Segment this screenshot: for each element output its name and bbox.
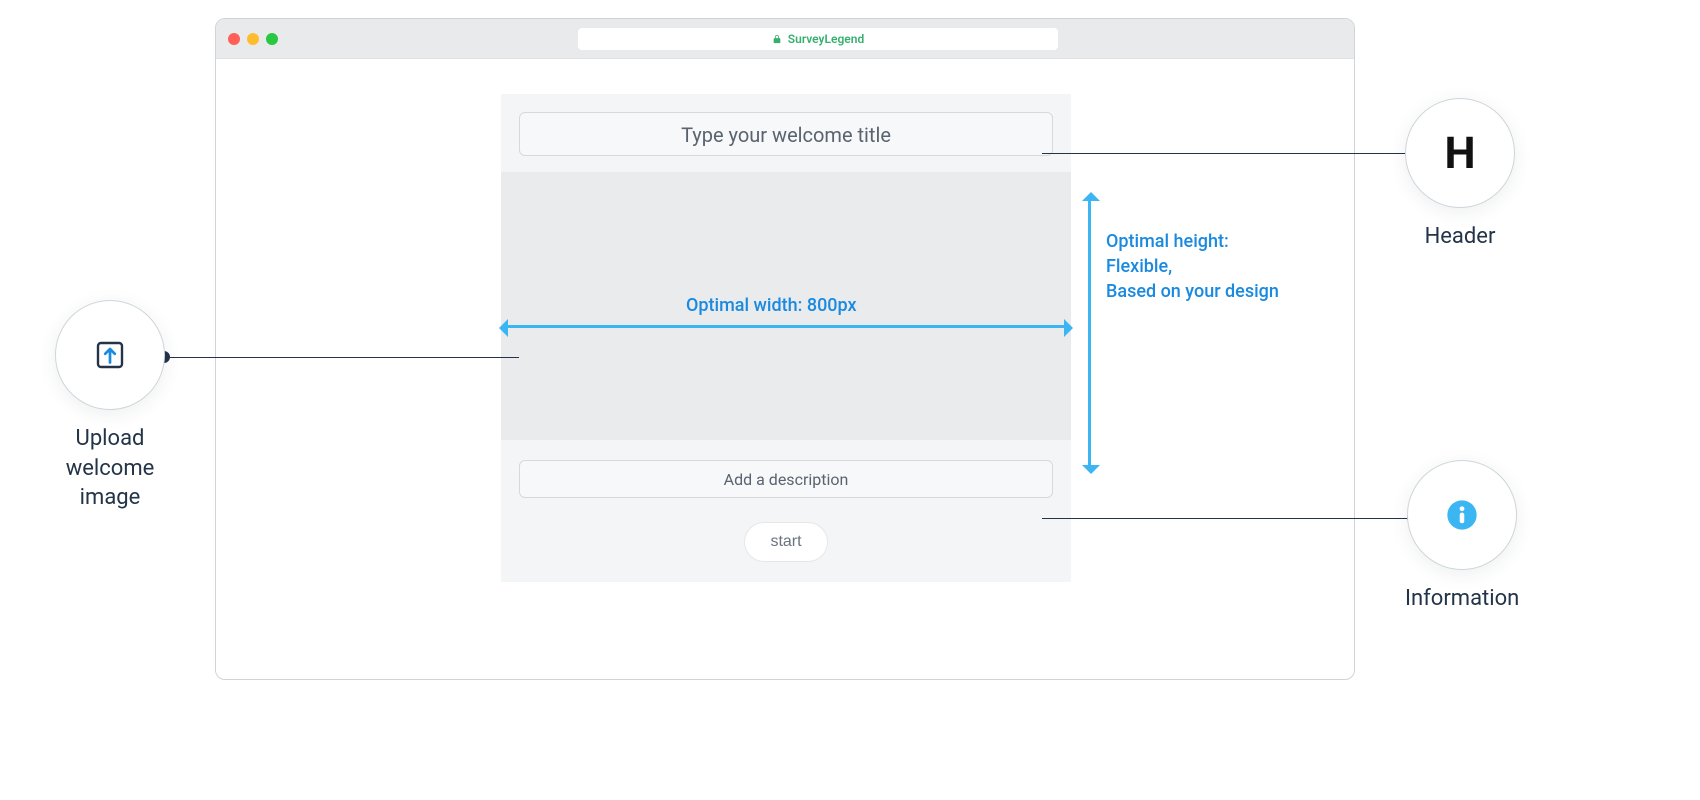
lock-icon — [772, 34, 782, 44]
callout-header: H Header — [1405, 98, 1515, 252]
upload-bubble — [55, 300, 165, 410]
leader-line-header — [1042, 153, 1412, 154]
upload-icon — [92, 337, 128, 373]
header-glyph: H — [1444, 127, 1475, 179]
height-dimension-label: Optimal height: Flexible, Based on your … — [1106, 229, 1279, 305]
info-icon — [1446, 499, 1478, 531]
close-window-icon[interactable] — [228, 33, 240, 45]
width-dimension-arrow — [506, 325, 1066, 328]
welcome-page-editor: Type your welcome title Add a descriptio… — [501, 94, 1071, 582]
info-bubble — [1407, 460, 1517, 570]
width-dimension-label: Optimal width: 800px — [686, 293, 857, 318]
browser-chrome: SurveyLegend — [216, 19, 1354, 59]
browser-window: SurveyLegend Type your welcome title Add… — [215, 18, 1355, 680]
welcome-title-input[interactable]: Type your welcome title — [519, 112, 1053, 156]
header-bubble: H — [1405, 98, 1515, 208]
welcome-description-input[interactable]: Add a description — [519, 460, 1053, 498]
callout-header-label: Header — [1425, 222, 1496, 252]
minimize-window-icon[interactable] — [247, 33, 259, 45]
callout-info-label: Information — [1405, 584, 1519, 614]
maximize-window-icon[interactable] — [266, 33, 278, 45]
address-bar-text: SurveyLegend — [788, 32, 864, 46]
callout-upload: Upload welcome image — [55, 300, 165, 513]
leader-line-info — [1042, 518, 1412, 519]
address-bar[interactable]: SurveyLegend — [578, 28, 1058, 50]
leader-line-upload — [165, 357, 519, 358]
start-button[interactable]: start — [744, 522, 828, 562]
window-controls — [228, 33, 278, 45]
callout-info: Information — [1405, 460, 1519, 614]
callout-upload-label: Upload welcome image — [66, 424, 155, 513]
browser-viewport: Type your welcome title Add a descriptio… — [216, 59, 1354, 679]
height-dimension-arrow — [1088, 199, 1091, 467]
